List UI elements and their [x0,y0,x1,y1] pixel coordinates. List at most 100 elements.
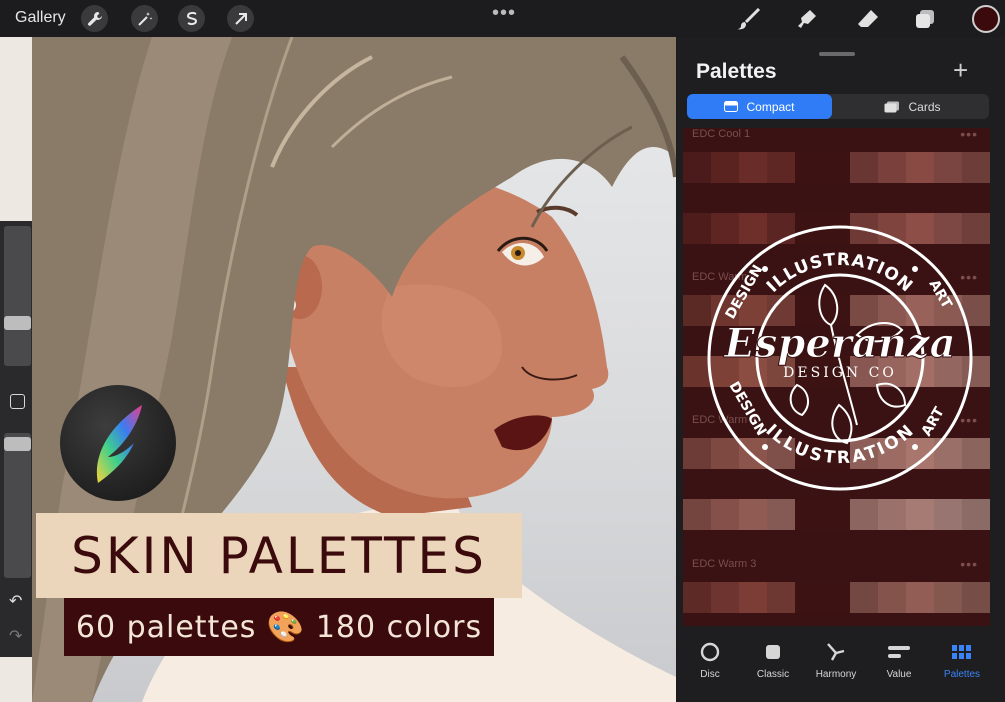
color-swatch[interactable] [962,499,990,530]
compact-view-button[interactable]: Compact [687,94,832,119]
color-swatch[interactable] [766,499,795,530]
color-swatch[interactable] [738,152,767,183]
color-swatch[interactable] [850,582,879,613]
color-swatch[interactable] [906,582,935,613]
undo-icon[interactable]: ↶ [9,591,22,611]
color-mode-tabs: Disc Classic Harmony Value Palettes [677,633,1005,702]
cards-icon [884,101,900,112]
palette-swatch-row[interactable] [683,152,990,183]
color-swatch[interactable] [766,152,795,183]
modify-button[interactable] [10,394,25,409]
layers-icon[interactable] [912,7,938,31]
color-swatch[interactable] [822,152,851,183]
color-swatch[interactable] [766,582,795,613]
color-swatch[interactable] [822,582,851,613]
color-swatch[interactable] [934,152,963,183]
palette-name: EDC Warm 3 [692,558,757,570]
headline-banner: SKIN PALETTES [36,513,522,598]
color-swatch[interactable] [850,499,879,530]
color-swatch[interactable] [906,499,935,530]
color-swatch[interactable] [878,499,907,530]
svg-text:ILLUSTRATION: ILLUSTRATION [761,421,918,469]
compact-icon [724,101,739,112]
current-color-swatch[interactable] [972,5,1000,33]
opacity-slider[interactable] [4,433,31,578]
brush-size-knob[interactable] [4,316,31,330]
color-swatch[interactable] [878,152,907,183]
color-swatch[interactable] [683,582,711,613]
smudge-icon[interactable] [795,7,821,31]
palette-name: EDC Cool 1 [692,128,751,140]
stamp-top-text: ILLUSTRATION [763,250,916,297]
tab-disc[interactable]: Disc [679,641,741,680]
color-swatch[interactable] [850,152,879,183]
eraser-icon[interactable] [855,7,881,31]
tab-label: Disc [700,669,720,680]
palette-swatch-row[interactable] [683,582,990,613]
selection-icon[interactable] [178,5,205,32]
stamp-brand: Esperanza [723,320,955,367]
add-palette-button[interactable]: + [953,57,968,83]
color-swatch[interactable] [683,499,711,530]
gallery-button[interactable]: Gallery [15,9,66,27]
more-options-icon[interactable]: ••• [492,2,516,25]
wrench-icon[interactable] [81,5,108,32]
tab-classic[interactable]: Classic [742,641,804,680]
palette-swatch-row[interactable] [683,499,990,530]
color-swatch[interactable] [906,152,935,183]
brush-icon[interactable] [736,7,762,31]
tab-label: Classic [756,669,790,680]
tab-harmony[interactable]: Harmony [805,641,867,680]
color-swatch[interactable] [934,499,963,530]
color-swatch[interactable] [962,152,990,183]
classic-square-icon [766,645,780,659]
color-swatch[interactable] [683,152,711,183]
value-sliders-icon [888,646,910,658]
tab-label: Value [886,669,912,680]
magic-wand-icon[interactable] [131,5,158,32]
color-swatch[interactable] [794,582,823,613]
sidebar-controls: ↶ ↷ [0,221,32,657]
color-swatch[interactable] [710,499,739,530]
tab-palettes[interactable]: Palettes [931,641,993,680]
palette-options-icon[interactable]: ••• [960,128,978,142]
brush-size-slider[interactable] [4,226,31,366]
procreate-logo [60,385,176,501]
drawing-canvas[interactable]: SKIN PALETTES 60 palettes 🎨 180 colors [32,37,676,702]
top-toolbar: Gallery ••• [0,0,1005,37]
color-swatch[interactable] [738,582,767,613]
harmony-icon [827,643,845,661]
color-swatch[interactable] [710,582,739,613]
transform-arrow-icon[interactable] [227,5,254,32]
stamp-right-upper: ART [926,277,955,312]
svg-text:ILLUSTRATION: ILLUSTRATION [763,250,917,297]
stamp-right-lower: ART [919,404,948,439]
redo-icon[interactable]: ↷ [9,626,22,646]
subline-text: 60 palettes 🎨 180 colors [75,609,483,645]
color-swatch[interactable] [710,152,739,183]
cards-label: Cards [908,99,941,114]
color-swatch[interactable] [934,582,963,613]
color-swatch[interactable] [878,582,907,613]
compact-label: Compact [746,99,795,114]
disc-icon [700,642,720,662]
color-swatch[interactable] [738,499,767,530]
stamp-bottom-text: ILLUSTRATION [761,421,917,469]
esperanza-stamp-logo: ILLUSTRATION ILLUSTRATION DESIGN DESIGN … [707,225,973,491]
color-swatch[interactable] [794,499,823,530]
panel-drag-handle[interactable] [819,52,855,56]
cards-view-button[interactable]: Cards [840,94,985,119]
headline-text: SKIN PALETTES [71,526,487,585]
palettes-grid-icon [952,645,971,659]
subline-banner: 60 palettes 🎨 180 colors [64,598,494,656]
color-swatch[interactable] [794,152,823,183]
palette-options-icon[interactable]: ••• [960,556,978,572]
opacity-knob[interactable] [4,437,31,451]
tab-label: Palettes [943,669,981,680]
view-mode-toggle: Compact Cards [687,94,989,119]
stamp-left-upper: DESIGN [723,262,767,322]
stamp-brand-sub: DESIGN CO [783,365,897,381]
color-swatch[interactable] [822,499,851,530]
color-swatch[interactable] [962,582,990,613]
tab-value[interactable]: Value [868,641,930,680]
